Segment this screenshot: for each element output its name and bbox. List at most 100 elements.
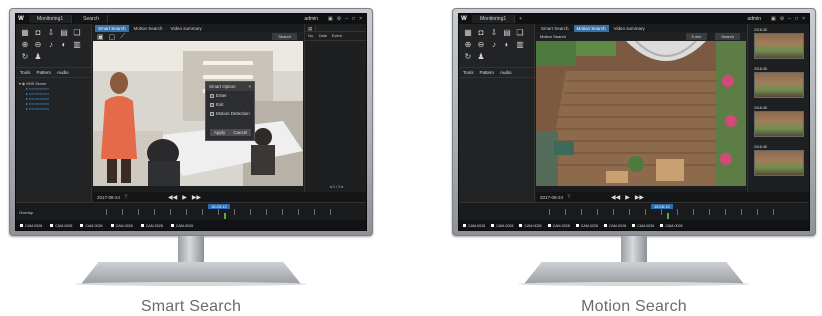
subtab-motion-search[interactable]: Motion Search [131, 25, 166, 32]
minimize-icon[interactable]: – [345, 16, 348, 22]
interval-select[interactable]: 5 min [685, 33, 708, 40]
user-icon[interactable]: ♟ [33, 52, 43, 61]
lock-icon[interactable]: ▣ [328, 16, 333, 22]
channel-item[interactable]: CAM-0028 [110, 224, 133, 228]
forward-icon[interactable]: ▶▶ [192, 194, 201, 201]
search-button[interactable]: Search [272, 33, 297, 40]
date-label[interactable]: 2017-08-24 [540, 195, 563, 200]
layout-icon[interactable]: ▦ [20, 28, 30, 37]
channel-item[interactable]: CAM-0028 [20, 224, 42, 228]
channel-item[interactable]: CAM-0028 [170, 224, 193, 228]
checkbox[interactable] [210, 111, 214, 116]
playhead[interactable] [224, 213, 226, 219]
user-label[interactable]: admin [747, 16, 761, 22]
grid-icon[interactable]: ▥ [72, 40, 82, 49]
maximize-icon[interactable]: □ [352, 16, 355, 22]
filter-icon[interactable]: ⊤ [124, 194, 128, 200]
camera-icon[interactable]: ◘ [476, 28, 486, 37]
tab-monitoring[interactable]: Monitoring1 [29, 15, 73, 23]
timeline[interactable]: Overlap 15:25:13 [16, 202, 366, 220]
option-motion-detection[interactable]: Motion Detection [206, 109, 254, 118]
channel-item[interactable]: CAM-0028 [491, 224, 513, 228]
print-icon[interactable]: ▤ [502, 28, 512, 37]
channel-item[interactable]: CAM-0028 [80, 224, 103, 228]
zoom-out-icon[interactable]: ⊖ [476, 40, 486, 49]
checkbox[interactable] [210, 93, 214, 98]
grid-icon[interactable]: ▥ [515, 40, 525, 49]
channel-item[interactable]: CAM-0028 [50, 224, 72, 228]
contrast-icon[interactable]: ◐ [502, 40, 512, 49]
play-icon[interactable]: ▶ [182, 194, 187, 201]
export-icon[interactable]: ⇩ [46, 28, 56, 37]
subtab-motion-search[interactable]: Motion Search [573, 24, 609, 32]
settings-icon[interactable]: ⚙ [780, 16, 784, 22]
close-icon[interactable]: × [802, 16, 805, 22]
video-view[interactable]: Smart Option × Enter Exit Motion Detecti… [93, 41, 303, 186]
bookmark-icon[interactable]: ❏ [515, 28, 525, 37]
refresh-icon[interactable]: ↻ [20, 52, 30, 61]
settings-icon[interactable]: ⚙ [337, 16, 341, 22]
subtab-smart-search[interactable]: Smart Search [538, 25, 572, 32]
option-exit[interactable]: Exit [206, 100, 254, 109]
date-label[interactable]: 2017-08-24 [97, 195, 120, 200]
subtab-video-summary[interactable]: Video summary [168, 25, 205, 32]
lock-icon[interactable]: ▣ [771, 16, 776, 22]
left-tab-tools[interactable]: Tools [463, 70, 474, 75]
camera-icon[interactable]: ◘ [33, 28, 43, 37]
audio-icon[interactable]: ♪ [489, 40, 499, 49]
zoom-in-icon[interactable]: ⊕ [463, 40, 473, 49]
add-tab-button[interactable]: + [519, 16, 522, 22]
minimize-icon[interactable]: – [788, 16, 791, 22]
apply-button[interactable]: Apply [210, 129, 230, 136]
left-tab-pattern[interactable]: Pattern [37, 70, 52, 75]
thumbnail[interactable] [754, 33, 804, 59]
subtab-smart-search[interactable]: Smart Search [95, 24, 129, 32]
cancel-button[interactable]: Cancel [229, 129, 252, 136]
forward-icon[interactable]: ▶▶ [635, 194, 644, 201]
video-view[interactable] [536, 41, 746, 186]
area-select-icon[interactable]: ▣ [97, 33, 104, 41]
subtab-video-summary[interactable]: Video summary [611, 25, 648, 32]
contrast-icon[interactable]: ◐ [59, 40, 69, 49]
channel-item[interactable]: CAM-0028 [603, 224, 626, 228]
left-tab-audio[interactable]: Audio [57, 70, 69, 75]
channel-item[interactable]: CAM-0028 [632, 224, 654, 228]
close-icon[interactable]: × [359, 16, 362, 22]
playhead[interactable] [667, 213, 669, 219]
zoom-in-icon[interactable]: ⊕ [20, 40, 30, 49]
timeline[interactable]: 15:25:13 [459, 202, 809, 220]
audio-icon[interactable]: ♪ [46, 40, 56, 49]
user-icon[interactable]: ♟ [476, 52, 486, 61]
user-label[interactable]: admin [304, 16, 318, 22]
dialog-close-icon[interactable]: × [248, 84, 251, 89]
channel-item[interactable]: CAM-0028 [519, 224, 542, 228]
left-tab-pattern[interactable]: Pattern [480, 70, 495, 75]
thumbnail[interactable] [754, 111, 804, 137]
rewind-icon[interactable]: ◀◀ [168, 194, 177, 201]
tree-node[interactable]: ▸ ▪▪▪▪▪▪▪▪▪▪▪▪▪▪▪ [19, 107, 88, 112]
channel-item[interactable]: CAM-0028 [463, 224, 485, 228]
option-enter[interactable]: Enter [206, 91, 254, 100]
left-tab-tools[interactable]: Tools [20, 70, 31, 75]
left-tab-audio[interactable]: Audio [500, 70, 512, 75]
channel-item[interactable]: CAM-0028 [660, 224, 683, 228]
rewind-icon[interactable]: ◀◀ [611, 194, 620, 201]
bookmark-icon[interactable]: ❏ [72, 28, 82, 37]
print-icon[interactable]: ▤ [59, 28, 69, 37]
search-button[interactable]: Search [715, 33, 740, 40]
line-icon[interactable]: ⟋ [120, 33, 125, 41]
region-icon[interactable]: ▢ [109, 33, 116, 41]
maximize-icon[interactable]: □ [795, 16, 798, 22]
channel-item[interactable]: CAM-0028 [140, 224, 163, 228]
tab-monitoring[interactable]: Monitoring1 [472, 15, 516, 23]
refresh-icon[interactable]: ↻ [463, 52, 473, 61]
layout-icon[interactable]: ▦ [463, 28, 473, 37]
thumbnail[interactable] [754, 72, 804, 98]
tab-search[interactable]: Search [75, 15, 108, 23]
results-pager[interactable]: ◂ 0 / 0 ▸ [305, 184, 366, 189]
export-icon[interactable]: ⇩ [489, 28, 499, 37]
play-icon[interactable]: ▶ [625, 194, 630, 201]
thumbnail[interactable] [754, 150, 804, 176]
zoom-out-icon[interactable]: ⊖ [33, 40, 43, 49]
filter-icon[interactable]: ⊤ [567, 194, 571, 200]
